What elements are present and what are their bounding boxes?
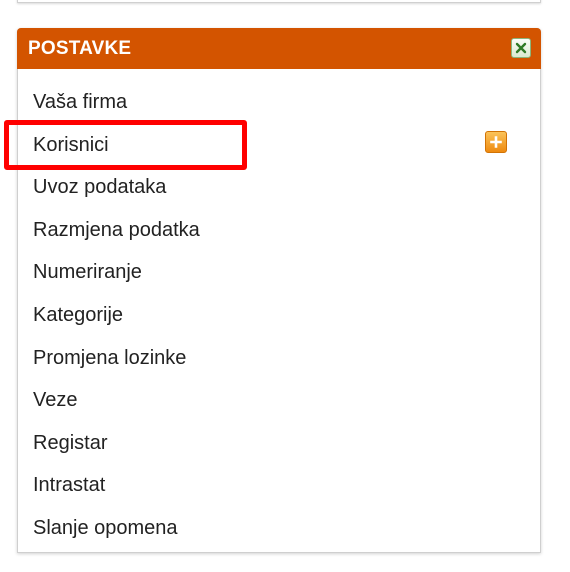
menu-item-razmjena-podatka[interactable]: Razmjena podatka (18, 209, 540, 252)
menu-item-kategorije[interactable]: Kategorije (18, 294, 540, 337)
menu-item-intrastat[interactable]: Intrastat (18, 464, 540, 507)
menu-item-vasa-firma[interactable]: Vaša firma (18, 81, 540, 124)
panel-header: POSTAVKE (17, 28, 541, 69)
panel-title: POSTAVKE (28, 37, 132, 59)
settings-menu: Vaša firma Korisnici Uvoz podataka Razmj… (18, 81, 540, 550)
previous-panel-edge (17, 0, 541, 3)
menu-item-numeriranje[interactable]: Numeriranje (18, 251, 540, 294)
menu-item-slanje-opomena[interactable]: Slanje opomena (18, 507, 540, 550)
settings-panel: POSTAVKE Vaša firma Korisnici Uvoz podat… (17, 28, 541, 553)
menu-item-korisnici[interactable]: Korisnici (18, 124, 540, 167)
add-user-icon[interactable] (485, 131, 507, 153)
close-icon[interactable] (511, 38, 531, 58)
menu-item-uvoz-podataka[interactable]: Uvoz podataka (18, 166, 540, 209)
menu-item-registar[interactable]: Registar (18, 422, 540, 465)
menu-item-veze[interactable]: Veze (18, 379, 540, 422)
page: POSTAVKE Vaša firma Korisnici Uvoz podat… (0, 0, 570, 572)
menu-item-promjena-lozinke[interactable]: Promjena lozinke (18, 337, 540, 380)
